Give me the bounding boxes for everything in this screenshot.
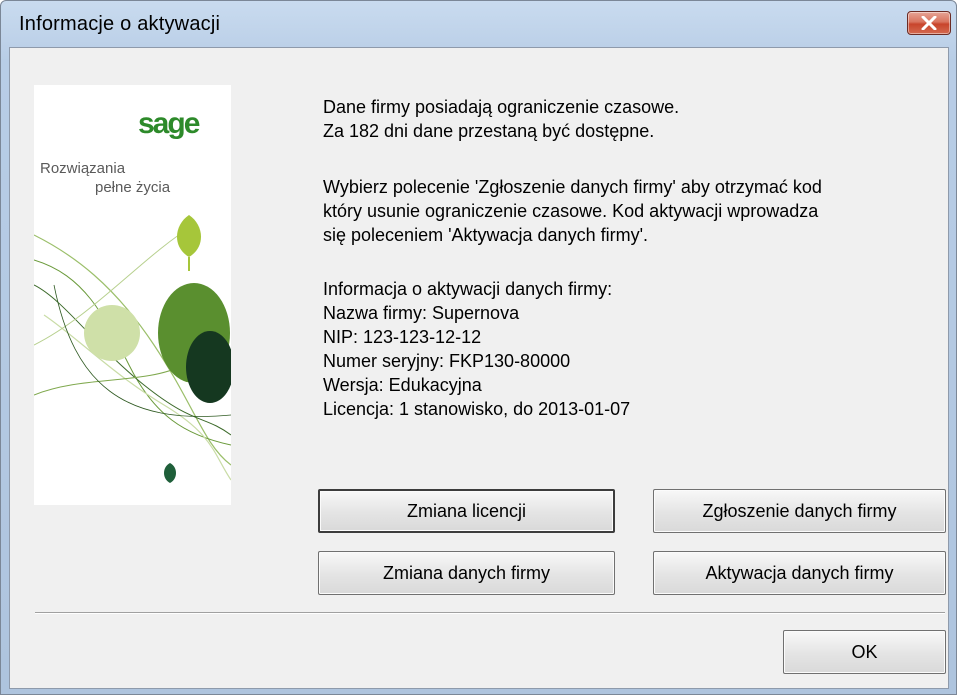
report-company-data-button[interactable]: Zgłoszenie danych firmy — [653, 489, 946, 533]
license-info: Licencja: 1 stanowisko, do 2013-01-07 — [323, 399, 631, 419]
company-name: Nazwa firmy: Supernova — [323, 303, 520, 323]
sage-brand-image: sage Rozwiązania pełne życia — [34, 85, 231, 505]
serial-number: Numer seryjny: FKP130-80000 — [323, 351, 571, 371]
title-bar[interactable]: Informacje o aktywacji — [1, 1, 956, 47]
decorative-leaves-graphic — [34, 215, 231, 483]
dialog-client-area: sage Rozwiązania pełne życia Dane firmy … — [9, 47, 949, 689]
instruction-line-1: Wybierz polecenie 'Zgłoszenie danych fir… — [323, 177, 822, 197]
expiry-message-line-1: Dane firmy posiadają ograniczenie czasow… — [323, 97, 680, 117]
close-icon — [921, 16, 937, 30]
change-company-data-button[interactable]: Zmiana danych firmy — [318, 551, 615, 595]
instruction-line-3: się poleceniem 'Aktywacja danych firmy'. — [323, 225, 649, 245]
activation-info-dialog: Informacje o aktywacji sage Rozwiązania … — [0, 0, 957, 695]
activate-company-data-button[interactable]: Aktywacja danych firmy — [653, 551, 946, 595]
window-title: Informacje o aktywacji — [19, 13, 221, 35]
activation-info-header: Informacja o aktywacji danych firmy: — [323, 279, 613, 299]
version-info: Wersja: Edukacyjna — [323, 375, 482, 395]
change-license-button[interactable]: Zmiana licencji — [318, 489, 615, 533]
separator-line — [35, 612, 945, 614]
expiry-message-line-2: Za 182 dni dane przestaną być dostępne. — [323, 121, 655, 141]
instruction-line-2: który usunie ograniczenie czasowe. Kod a… — [323, 201, 819, 221]
close-button[interactable] — [907, 11, 951, 35]
ok-button[interactable]: OK — [783, 630, 946, 674]
company-nip: NIP: 123-123-12-12 — [323, 327, 482, 347]
